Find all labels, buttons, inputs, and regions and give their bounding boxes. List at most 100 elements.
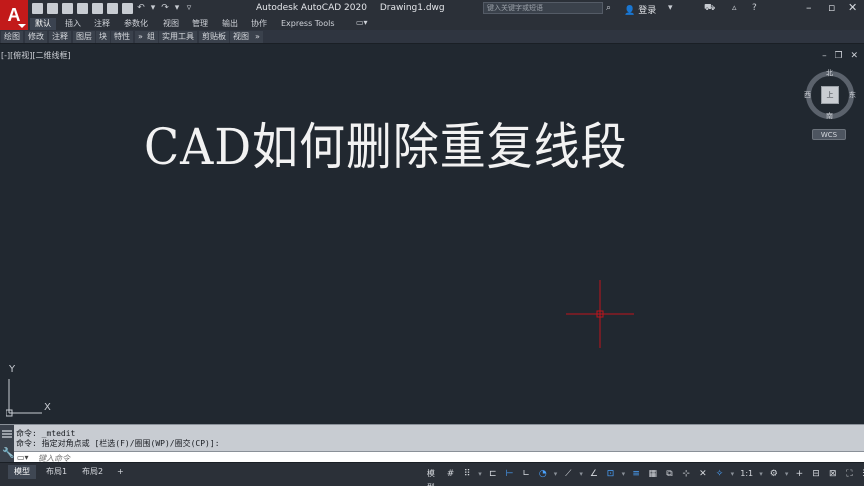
tab-layout2[interactable]: 布局2 xyxy=(76,465,109,479)
app-title: Autodesk AutoCAD 2020 xyxy=(256,3,367,13)
drawing-mtext[interactable]: CAD如何删除重复线段 xyxy=(144,107,627,179)
open-icon[interactable] xyxy=(47,3,58,14)
object-snap-icon[interactable]: ⊡ xyxy=(604,467,618,481)
auto-scale-icon[interactable]: ✧ xyxy=(713,467,727,481)
command-history: 命令: _mtedit 命令: 指定对角点或 [栏选(F)/圈围(WP)/圈交(… xyxy=(16,429,220,449)
tab-annotate[interactable]: 注释 xyxy=(89,18,115,30)
customization-menu-icon[interactable]: ☰ xyxy=(859,467,864,481)
dynamic-input-icon[interactable]: ⊢ xyxy=(503,467,517,481)
tab-manage[interactable]: 管理 xyxy=(187,18,213,30)
viewport-close-icon[interactable]: ✕ xyxy=(850,51,858,61)
help-icon[interactable]: ? xyxy=(752,3,757,13)
tab-output[interactable]: 输出 xyxy=(217,18,243,30)
exchange-icon[interactable]: ▵ xyxy=(732,3,737,13)
selection-cycling-icon[interactable]: ⧉ xyxy=(663,467,677,481)
workspace-dropdown-icon[interactable]: ▾ xyxy=(784,467,790,481)
panel-block[interactable]: 块 xyxy=(96,31,110,43)
cloud-open-icon[interactable] xyxy=(92,3,103,14)
workspace-gear-icon[interactable]: ⚙ xyxy=(767,467,781,481)
login-dropdown-icon[interactable]: ▾ xyxy=(668,3,673,13)
object-snap-tracking-icon[interactable]: ∠ xyxy=(587,467,601,481)
compass-south[interactable]: 南 xyxy=(826,111,833,121)
annotation-monitor-icon[interactable]: + xyxy=(793,467,807,481)
plot-icon[interactable] xyxy=(122,3,133,14)
undo-dropdown-icon[interactable]: ▾ xyxy=(149,3,157,14)
lineweight-icon[interactable]: ≡ xyxy=(629,467,643,481)
viewport-restore-icon[interactable]: ❐ xyxy=(835,51,843,61)
tab-default[interactable]: 默认 xyxy=(30,18,56,30)
panel-groups[interactable]: 组 xyxy=(144,31,158,43)
scale-dropdown-icon[interactable]: ▾ xyxy=(758,467,764,481)
new-icon[interactable] xyxy=(32,3,43,14)
viewcube-top-face[interactable]: 上 xyxy=(821,86,839,104)
tab-express-tools[interactable]: Express Tools xyxy=(276,18,340,30)
units-icon[interactable]: ⊟ xyxy=(809,467,823,481)
search-icon[interactable]: ⌕ xyxy=(606,3,611,13)
tab-model[interactable]: 模型 xyxy=(8,465,36,479)
close-icon[interactable]: ✕ xyxy=(848,1,857,14)
cloud-save-icon[interactable] xyxy=(107,3,118,14)
search-input[interactable]: 键入关键字或短语 xyxy=(483,2,603,14)
tab-insert[interactable]: 插入 xyxy=(60,18,86,30)
annotation-visibility-icon[interactable]: ✕ xyxy=(696,467,710,481)
ribbon-display-toggle-icon[interactable]: ▭▾ xyxy=(356,18,368,27)
transparency-icon[interactable]: ▦ xyxy=(646,467,660,481)
polar-dropdown-icon[interactable]: ▾ xyxy=(553,467,559,481)
panel-annotation[interactable]: 注释 xyxy=(49,31,71,43)
snap-dropdown-icon[interactable]: ▾ xyxy=(477,467,483,481)
login-button[interactable]: 👤 登录 xyxy=(624,3,656,16)
grip-handle-icon[interactable] xyxy=(2,430,12,432)
compass-west[interactable]: 西 xyxy=(804,90,811,100)
panel-view[interactable]: 视图 xyxy=(230,31,252,43)
quick-properties-icon[interactable]: ⊠ xyxy=(826,467,840,481)
command-line-grip[interactable]: 🔧 xyxy=(0,425,14,463)
command-line-window: 🔧 命令: _mtedit 命令: 指定对角点或 [栏选(F)/圈围(WP)/圈… xyxy=(0,424,864,463)
model-space-button[interactable]: 模型 xyxy=(421,467,441,486)
user-icon: 👤 xyxy=(624,6,636,16)
tab-layout1[interactable]: 布局1 xyxy=(40,465,73,479)
save-icon[interactable] xyxy=(62,3,73,14)
viewport-minimize-icon[interactable]: – xyxy=(822,51,827,61)
clean-screen-icon[interactable]: ⛶ xyxy=(843,467,857,481)
panel-draw[interactable]: 绘图 xyxy=(1,31,23,43)
annotation-scale-dropdown-icon[interactable]: ▾ xyxy=(729,467,735,481)
annotation-scale[interactable]: 1:1 xyxy=(738,467,755,481)
object-snap-dropdown-icon[interactable]: ▾ xyxy=(620,467,626,481)
add-layout-button[interactable]: + xyxy=(111,465,130,479)
ucs-icon[interactable]: Y X xyxy=(5,364,58,421)
redo-dropdown-icon[interactable]: ▾ xyxy=(173,3,181,14)
redo-icon[interactable]: ↷ xyxy=(161,3,169,14)
ortho-icon[interactable]: ∟ xyxy=(519,467,533,481)
save-as-icon[interactable] xyxy=(77,3,88,14)
tab-parametric[interactable]: 参数化 xyxy=(119,18,153,30)
panel-utilities[interactable]: 实用工具 xyxy=(159,31,197,43)
compass-east[interactable]: 东 xyxy=(849,90,856,100)
3d-osnap-icon[interactable]: ⊹ xyxy=(679,467,693,481)
isometric-icon[interactable]: ⟋ xyxy=(561,467,575,481)
panel-modify[interactable]: 修改 xyxy=(25,31,47,43)
panel-clipboard[interactable]: 剪贴板 xyxy=(199,31,229,43)
tab-view[interactable]: 视图 xyxy=(158,18,184,30)
infer-constraints-icon[interactable]: ⊏ xyxy=(486,467,500,481)
grid-icon[interactable]: # xyxy=(444,467,458,481)
viewport-controls[interactable]: [-][俯视][二维线框] xyxy=(1,50,71,61)
compass-north[interactable]: 北 xyxy=(826,68,833,78)
panel-layers[interactable]: 图层 xyxy=(73,31,95,43)
snap-icon[interactable]: ⠿ xyxy=(460,467,474,481)
tab-collaborate[interactable]: 协作 xyxy=(246,18,272,30)
panel-properties[interactable]: 特性 xyxy=(111,31,133,43)
customize-icon[interactable]: ▿ xyxy=(185,3,193,14)
command-prompt-icon[interactable]: ▭▾ xyxy=(17,453,29,462)
crosshair-cursor xyxy=(566,280,634,348)
cart-icon[interactable]: ⛟ xyxy=(704,3,715,14)
undo-icon[interactable]: ↶ xyxy=(137,3,145,14)
panel-view-expand-icon[interactable]: » xyxy=(252,31,263,43)
polar-tracking-icon[interactable]: ◔ xyxy=(536,467,550,481)
wcs-menu[interactable]: WCS xyxy=(812,129,846,140)
drawing-canvas[interactable]: [-][俯视][二维线框] – ❐ ✕ CAD如何删除重复线段 上 北 南 东 … xyxy=(0,45,864,424)
minimize-icon[interactable]: – xyxy=(806,1,812,14)
isometric-dropdown-icon[interactable]: ▾ xyxy=(578,467,584,481)
app-logo[interactable]: A xyxy=(0,0,28,30)
customize-wrench-icon[interactable]: 🔧 xyxy=(2,448,14,459)
maximize-icon[interactable]: ▫ xyxy=(828,1,835,14)
